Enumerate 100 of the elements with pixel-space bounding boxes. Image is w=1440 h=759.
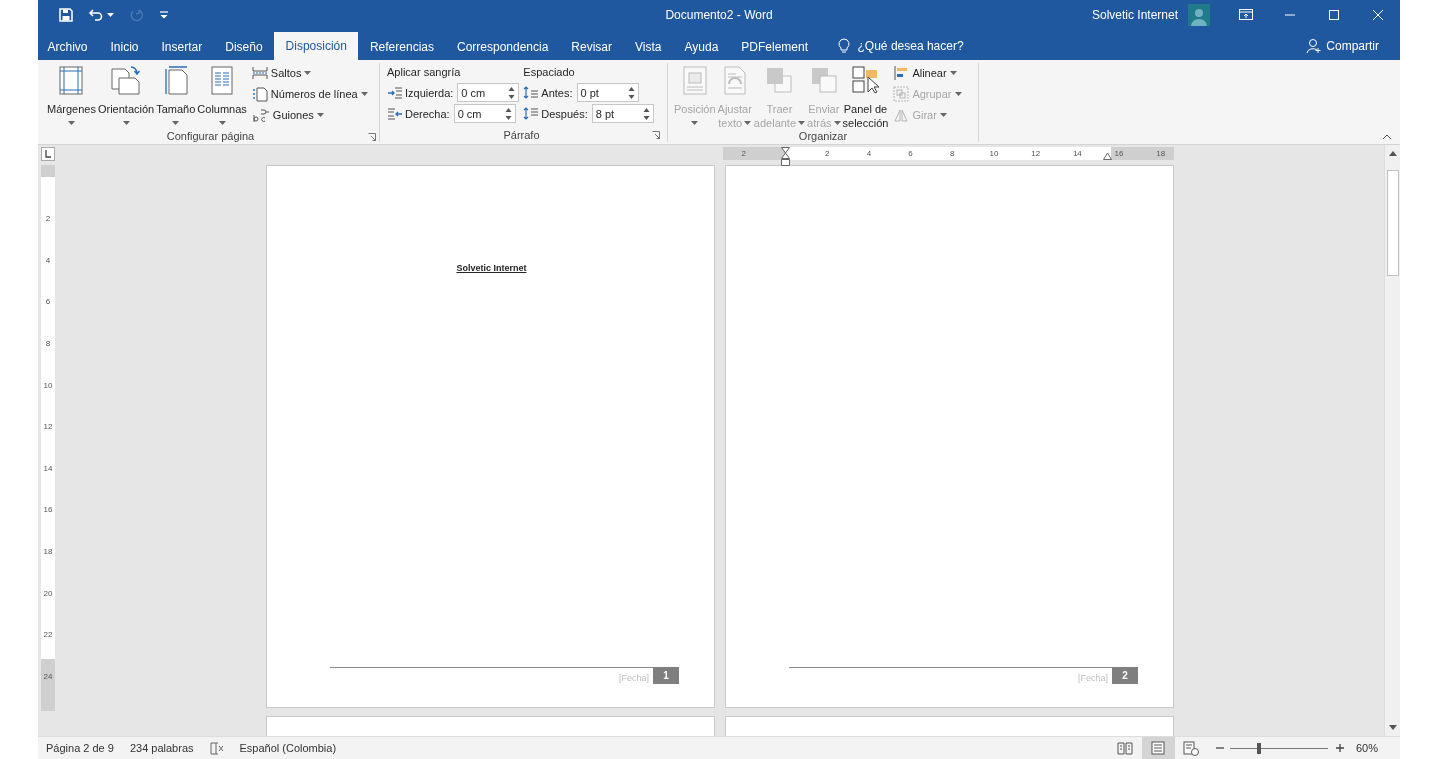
spacing-before-icon	[523, 84, 540, 101]
share-button[interactable]: Compartir	[1298, 32, 1400, 60]
ruler-number: 6	[44, 296, 52, 309]
size-button[interactable]: Tamaño	[155, 63, 197, 130]
align-icon	[893, 65, 910, 81]
selection-pane-icon	[849, 64, 882, 96]
read-mode-icon	[1117, 741, 1134, 755]
group-label: Párrafo	[503, 129, 540, 141]
collapse-ribbon-icon[interactable]	[1382, 134, 1392, 140]
ribbon-tab[interactable]: Revisar	[559, 34, 624, 60]
hyphenation-button[interactable]: Guiones	[251, 105, 368, 125]
page-number: 1	[653, 667, 679, 684]
ruler-number: 10	[42, 379, 54, 392]
field-label: Derecha:	[405, 107, 450, 120]
undo-icon[interactable]	[88, 7, 104, 23]
columns-button[interactable]: Columnas	[196, 63, 248, 130]
document-heading: Solvetic Internet	[456, 263, 527, 273]
scroll-up-icon[interactable]	[1388, 151, 1397, 156]
ribbon-tab[interactable]: Archivo	[38, 34, 99, 60]
ribbon-tab[interactable]: PDFelement	[729, 34, 820, 60]
group-label: Configurar página	[166, 130, 255, 142]
right-indent-marker-icon[interactable]	[1103, 152, 1112, 160]
ruler-number: 16	[42, 504, 54, 517]
indent-right-icon	[387, 106, 403, 121]
ruler-number: 12	[42, 421, 54, 434]
spin-field[interactable]: 8 pt	[591, 104, 654, 123]
scroll-down-icon[interactable]	[1388, 725, 1397, 730]
ruler-number: 18	[1156, 148, 1166, 160]
scrollbar[interactable]	[1384, 145, 1400, 736]
ruler-number: 6	[908, 148, 913, 160]
ruler-number: 16	[1114, 148, 1124, 160]
spin-arrows-icon	[627, 85, 635, 100]
save-icon[interactable]	[58, 7, 74, 23]
line-numbers-icon	[251, 86, 268, 102]
indent-marker-icon[interactable]	[780, 147, 790, 167]
dialog-launcher-icon[interactable]	[652, 131, 660, 139]
rotate-icon	[893, 107, 910, 123]
page-break-icon	[251, 66, 268, 80]
ruler-number: 12	[1031, 148, 1041, 160]
section-title: Espaciado	[523, 65, 576, 80]
indent-left-icon	[387, 85, 403, 100]
group-label: Organizar	[798, 130, 848, 142]
ribbon-tab[interactable]: Correspondencia	[445, 34, 560, 60]
ribbon-tab[interactable]: Vista	[623, 34, 673, 60]
ribbon-tab[interactable]: Ayuda	[673, 34, 730, 60]
dialog-launcher-icon[interactable]	[368, 133, 376, 141]
ruler-number: 8	[950, 148, 955, 160]
line-numbers-button[interactable]: Números de línea	[251, 84, 368, 104]
ribbon-tab[interactable]: Referencias	[358, 34, 446, 60]
person-add-icon	[1306, 38, 1323, 54]
ruler-number: 24	[42, 670, 54, 683]
page-number: 2	[1112, 667, 1138, 684]
zoom-out-icon[interactable]	[1215, 744, 1224, 752]
page-count[interactable]: Página 2 de 9	[46, 742, 114, 754]
margins-button[interactable]: Márgenes	[46, 63, 97, 130]
field-label: Después:	[541, 107, 588, 120]
section-title: Aplicar sangría	[387, 65, 462, 80]
user-name[interactable]: Solvetic Internet	[1091, 8, 1178, 22]
ruler-number: 10	[989, 148, 999, 160]
ruler-number: 8	[44, 338, 52, 351]
ruler-number: 20	[42, 587, 54, 600]
zoom-level[interactable]: 60%	[1355, 742, 1378, 754]
spin-arrows-icon	[508, 85, 516, 100]
proofing-icon[interactable]	[209, 741, 224, 755]
customize-icon[interactable]	[158, 9, 170, 21]
tab-selector-icon[interactable]	[41, 147, 55, 161]
ruler-number: 14	[1072, 148, 1082, 160]
print-layout-icon	[1151, 741, 1166, 755]
spin-field[interactable]: 0 cm	[457, 83, 520, 102]
spin-arrows-icon	[504, 106, 512, 121]
window-title: Documento2 - Word	[665, 8, 773, 22]
ruler-number: 4	[866, 148, 872, 160]
ruler-number: 4	[44, 254, 52, 267]
ribbon-tab[interactable]: Diseño	[213, 34, 275, 60]
selection-pane-button[interactable]: Panel de selección	[841, 63, 890, 130]
ruler-number: 22	[42, 629, 54, 642]
field-label: Antes:	[541, 86, 573, 99]
word-count[interactable]: 234 palabras	[129, 742, 194, 754]
zoom-in-icon[interactable]	[1335, 744, 1344, 752]
language[interactable]: Español (Colombia)	[239, 742, 337, 754]
align-button[interactable]: Alinear	[893, 63, 962, 83]
hyphenation-icon	[251, 107, 270, 123]
spin-field[interactable]: 0 pt	[576, 83, 639, 102]
breaks-button[interactable]: Saltos	[251, 63, 368, 83]
group-icon	[893, 86, 910, 102]
spin-arrows-icon	[642, 106, 650, 121]
ruler-number: 18	[42, 546, 54, 559]
print-view-button[interactable]	[1141, 737, 1175, 759]
scroll-thumb[interactable]	[1386, 170, 1399, 276]
ribbon-tab[interactable]: Inicio	[99, 34, 151, 60]
orientation-button[interactable]: Orientación	[96, 63, 156, 130]
lightbulb-icon	[837, 38, 850, 54]
ribbon-tab[interactable]: Disposición	[274, 32, 359, 60]
spin-field[interactable]: 0 cm	[453, 104, 516, 123]
slider-thumb[interactable]	[1257, 742, 1262, 754]
ruler-number: 2	[741, 148, 747, 160]
spacing-after-icon	[523, 105, 540, 122]
ribbon-tab[interactable]: Insertar	[150, 34, 214, 60]
tell-me-search[interactable]: ¿Qué desea hacer?	[857, 39, 964, 53]
ruler-number: 2	[825, 148, 830, 160]
